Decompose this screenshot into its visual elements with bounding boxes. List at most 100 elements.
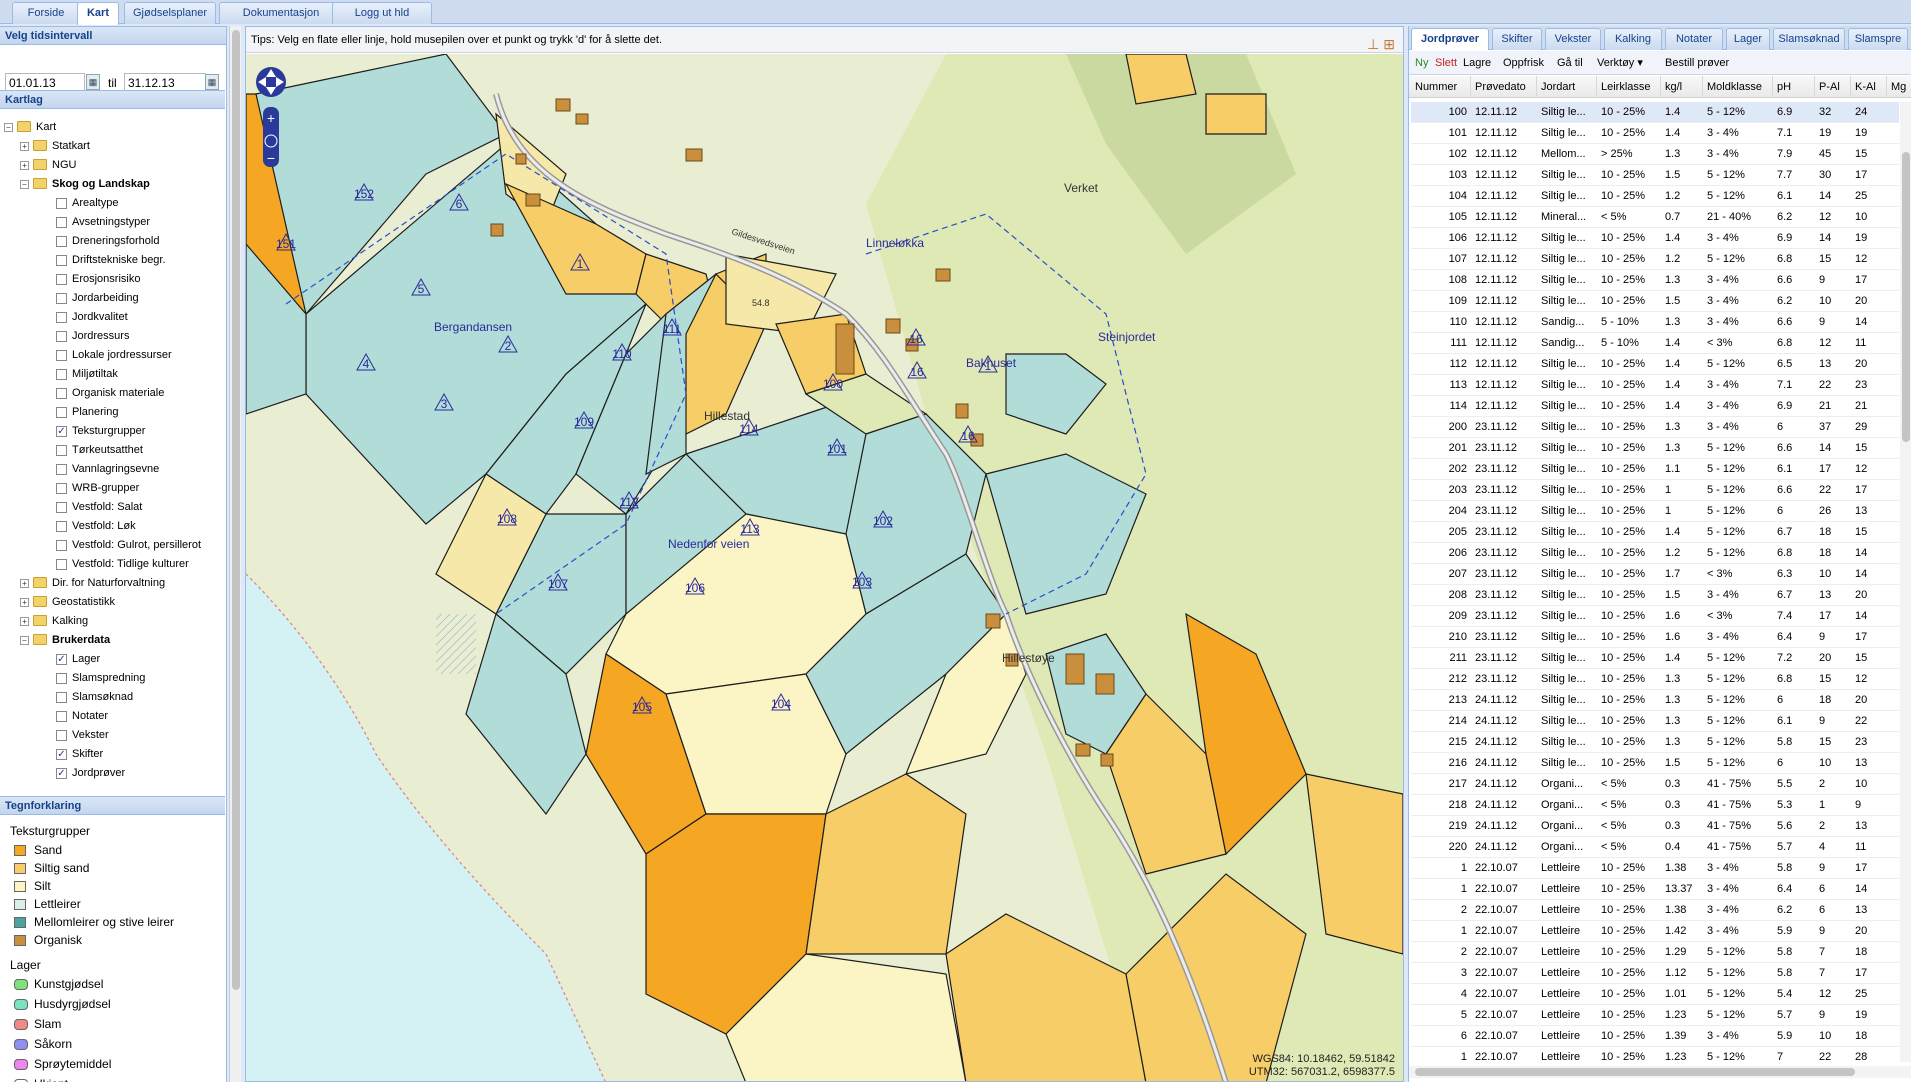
table-row[interactable]: 216 24.11.12 Siltig le... 10 - 25% 1.5 5 - 12…	[1411, 753, 1899, 774]
table-row[interactable]: 108 12.11.12 Siltig le... 10 - 25% 1.3 3 - 4%…	[1411, 270, 1899, 291]
table-row[interactable]: 104 12.11.12 Siltig le... 10 - 25% 1.2 5 - 12…	[1411, 186, 1899, 207]
refresh-button[interactable]: Oppfrisk	[1503, 51, 1544, 75]
grid-tab[interactable]: Vekster	[1545, 28, 1601, 50]
grid-tab[interactable]: Slamsøknad	[1773, 28, 1845, 50]
layer-folder[interactable]: + Geostatistikk	[0, 593, 225, 611]
table-row[interactable]: 207 23.11.12 Siltig le... 10 - 25% 1.7 < 3% 6.…	[1411, 564, 1899, 585]
table-row[interactable]: 4 22.10.07 Lettleire 10 - 25% 1.01 5 - 12% 5.4…	[1411, 984, 1899, 1005]
plot-label[interactable]: 110	[612, 347, 631, 361]
layer-folder[interactable]: + Kalking	[0, 612, 225, 630]
column-header[interactable]: Nummer	[1411, 76, 1471, 98]
table-row[interactable]: 217 24.11.12 Organi... < 5% 0.3 41 - 75% 5.5 2 1…	[1411, 774, 1899, 795]
table-row[interactable]: 215 24.11.12 Siltig le... 10 - 25% 1.3 5 - 12…	[1411, 732, 1899, 753]
table-row[interactable]: 206 23.11.12 Siltig le... 10 - 25% 1.2 5 - 12…	[1411, 543, 1899, 564]
column-header[interactable]: pH	[1773, 76, 1815, 98]
column-header[interactable]: kg/l	[1661, 76, 1703, 98]
table-row[interactable]: 212 23.11.12 Siltig le... 10 - 25% 1.3 5 - 12…	[1411, 669, 1899, 690]
plot-label[interactable]: 113	[740, 522, 759, 536]
layer-checkbox[interactable]: ✓	[56, 749, 67, 760]
layer-checkbox[interactable]	[56, 369, 67, 380]
table-row[interactable]: 202 23.11.12 Siltig le... 10 - 25% 1.1 5 - 12…	[1411, 459, 1899, 480]
layer-item[interactable]: ✓ Jordprøver	[0, 764, 225, 782]
column-header[interactable]: Leirklasse	[1597, 76, 1661, 98]
layer-checkbox[interactable]	[56, 350, 67, 361]
plot-label[interactable]: 6	[456, 197, 463, 211]
plot-label[interactable]: 3	[441, 397, 448, 411]
table-row[interactable]: 109 12.11.12 Siltig le... 10 - 25% 1.5 3 - 4%…	[1411, 291, 1899, 312]
table-row[interactable]: 3 22.10.07 Lettleire 10 - 25% 1.12 5 - 12% 5.8…	[1411, 963, 1899, 984]
layer-item[interactable]: WRB-grupper	[0, 479, 225, 497]
plot-label[interactable]: 2	[505, 339, 512, 353]
expand-icon[interactable]: +	[20, 142, 29, 151]
layer-item[interactable]: ✓ Teksturgrupper	[0, 422, 225, 440]
grid-tab[interactable]: Lager	[1726, 28, 1770, 50]
plot-label[interactable]: 4	[363, 357, 370, 371]
table-row[interactable]: 110 12.11.12 Sandig... 5 - 10% 1.3 3 - 4% 6.6 9…	[1411, 312, 1899, 333]
layer-checkbox[interactable]	[56, 730, 67, 741]
table-row[interactable]: 205 23.11.12 Siltig le... 10 - 25% 1.4 5 - 12…	[1411, 522, 1899, 543]
layer-checkbox[interactable]	[56, 236, 67, 247]
tab-logg-ut[interactable]: Logg ut hld	[332, 2, 432, 24]
tab-forside[interactable]: Forside	[12, 2, 80, 24]
layer-item[interactable]: Jordkvalitet	[0, 308, 225, 326]
save-button[interactable]: Lagre	[1463, 51, 1491, 75]
layer-checkbox[interactable]	[56, 274, 67, 285]
plot-label[interactable]: 107	[548, 577, 568, 591]
goto-button[interactable]: Gå til	[1557, 51, 1583, 75]
table-row[interactable]: 106 12.11.12 Siltig le... 10 - 25% 1.4 3 - 4%…	[1411, 228, 1899, 249]
collapse-icon[interactable]: −	[20, 636, 29, 645]
layer-item[interactable]: Erosjonsrisiko	[0, 270, 225, 288]
table-row[interactable]: 2 22.10.07 Lettleire 10 - 25% 1.38 3 - 4% 6.2 6…	[1411, 900, 1899, 921]
column-header[interactable]: Jordart	[1537, 76, 1597, 98]
column-header[interactable]: Prøvedato	[1471, 76, 1537, 98]
table-row[interactable]: 102 12.11.12 Mellom... > 25% 1.3 3 - 4% 7.9 45 1…	[1411, 144, 1899, 165]
layer-item[interactable]: Slamsøknad	[0, 688, 225, 706]
plot-label[interactable]: 105	[632, 700, 652, 714]
table-row[interactable]: 209 23.11.12 Siltig le... 10 - 25% 1.6 < 3% 7.…	[1411, 606, 1899, 627]
layer-item[interactable]: Vestfold: Gulrot, persillerot	[0, 536, 225, 554]
layer-item[interactable]: Lokale jordressurser	[0, 346, 225, 364]
layer-checkbox[interactable]	[56, 331, 67, 342]
plot-label[interactable]: 104	[771, 697, 791, 711]
left-scrollbar[interactable]	[229, 26, 241, 1082]
layer-item[interactable]: Slamspredning	[0, 669, 225, 687]
layer-item[interactable]: Avsetningstyper	[0, 213, 225, 231]
expand-icon[interactable]: +	[20, 598, 29, 607]
table-row[interactable]: 210 23.11.12 Siltig le... 10 - 25% 1.6 3 - 4%…	[1411, 627, 1899, 648]
plot-label[interactable]: 114	[739, 422, 758, 436]
layer-item[interactable]: Planering	[0, 403, 225, 421]
table-row[interactable]: 1 22.10.07 Lettleire 10 - 25% 1.38 3 - 4% 5.8 9…	[1411, 858, 1899, 879]
table-row[interactable]: 201 23.11.12 Siltig le... 10 - 25% 1.3 5 - 12…	[1411, 438, 1899, 459]
plot-label[interactable]: 100	[823, 377, 843, 391]
layer-item[interactable]: Dreneringsforhold	[0, 232, 225, 250]
layer-checkbox[interactable]	[56, 407, 67, 418]
layer-item[interactable]: Notater	[0, 707, 225, 725]
grid-tab[interactable]: Skifter	[1492, 28, 1542, 50]
layer-folder[interactable]: − Skog og Landskap	[0, 175, 225, 193]
grid-tab[interactable]: Kalking	[1604, 28, 1662, 50]
layer-checkbox[interactable]: ✓	[56, 768, 67, 779]
table-row[interactable]: 204 23.11.12 Siltig le... 10 - 25% 1 5 - 12% 6…	[1411, 501, 1899, 522]
calendar-to-icon[interactable]: ▦	[205, 74, 219, 90]
layer-checkbox[interactable]	[56, 293, 67, 304]
table-row[interactable]: 111 12.11.12 Sandig... 5 - 10% 1.4 < 3% 6.8 12 1…	[1411, 333, 1899, 354]
layer-item[interactable]: Driftstekniske begr.	[0, 251, 225, 269]
calendar-from-icon[interactable]: ▦	[86, 74, 100, 90]
layer-item[interactable]: Jordressurs	[0, 327, 225, 345]
table-row[interactable]: 100 12.11.12 Siltig le... 10 - 25% 1.4 5 - 12…	[1411, 102, 1899, 123]
tab-kart[interactable]: Kart	[77, 2, 119, 25]
layer-folder[interactable]: + NGU	[0, 156, 225, 174]
table-row[interactable]: 113 12.11.12 Siltig le... 10 - 25% 1.4 3 - 4%…	[1411, 375, 1899, 396]
layer-item[interactable]: Vestfold: Salat	[0, 498, 225, 516]
plot-label[interactable]: 16	[910, 365, 924, 379]
table-row[interactable]: 101 12.11.12 Siltig le... 10 - 25% 1.4 3 - 4%…	[1411, 123, 1899, 144]
column-header[interactable]: Moldklasse	[1703, 76, 1773, 98]
plot-label[interactable]: 5	[418, 282, 425, 296]
expand-icon[interactable]: +	[20, 617, 29, 626]
table-row[interactable]: 219 24.11.12 Organi... < 5% 0.3 41 - 75% 5.6 2 1…	[1411, 816, 1899, 837]
layer-checkbox[interactable]	[56, 388, 67, 399]
table-row[interactable]: 220 24.11.12 Organi... < 5% 0.4 41 - 75% 5.7 4 1…	[1411, 837, 1899, 858]
layer-folder[interactable]: + Statkart	[0, 137, 225, 155]
plot-label[interactable]: 16	[909, 332, 923, 346]
table-row[interactable]: 214 24.11.12 Siltig le... 10 - 25% 1.3 5 - 12…	[1411, 711, 1899, 732]
